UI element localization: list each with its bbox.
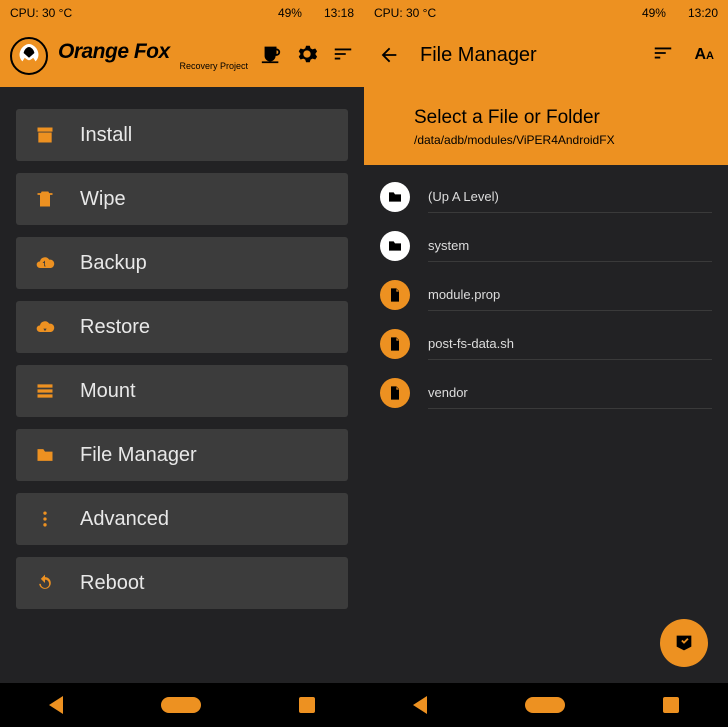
- file-name: (Up A Level): [428, 181, 712, 213]
- menu-item-reboot[interactable]: Reboot: [16, 557, 348, 609]
- cpu-temp: CPU: 30 °C: [10, 6, 72, 20]
- path-header: Select a File or Folder /data/adb/module…: [364, 85, 728, 165]
- folder-icon: [34, 444, 56, 466]
- file-list: (Up A Level) system module.prop post-fs-dat…: [364, 165, 728, 683]
- menu-label: Install: [80, 124, 132, 147]
- current-path: /data/adb/modules/ViPER4AndroidFX: [414, 133, 708, 147]
- menu-item-install[interactable]: Install: [16, 109, 348, 161]
- clock: 13:20: [688, 6, 718, 20]
- file-name: post-fs-data.sh: [428, 328, 712, 360]
- file-row[interactable]: (Up A Level): [364, 173, 728, 221]
- sort-icon[interactable]: [332, 43, 354, 70]
- nav-recent-button[interactable]: [663, 697, 679, 713]
- select-fab[interactable]: [660, 619, 708, 667]
- menu-label: Restore: [80, 316, 150, 339]
- cpu-temp: CPU: 30 °C: [374, 6, 436, 20]
- back-button[interactable]: [378, 44, 400, 66]
- file-icon: [380, 329, 410, 359]
- refresh-icon: [34, 572, 56, 594]
- file-row[interactable]: vendor: [364, 368, 728, 417]
- menu-label: Mount: [80, 380, 136, 403]
- trash-icon: [34, 188, 56, 210]
- file-manager-screen: CPU: 30 °C 49% 13:20 File Manager AA Sel…: [364, 0, 728, 727]
- menu-item-advanced[interactable]: Advanced: [16, 493, 348, 545]
- font-size-icon[interactable]: AA: [694, 46, 714, 64]
- file-row[interactable]: post-fs-data.sh: [364, 319, 728, 368]
- file-name: vendor: [428, 377, 712, 409]
- brand-subtitle: Recovery Project: [58, 61, 250, 71]
- more-vert-icon: [34, 508, 56, 530]
- sort-icon[interactable]: [652, 42, 674, 69]
- menu-label: Advanced: [80, 508, 169, 531]
- file-row[interactable]: module.prop: [364, 270, 728, 319]
- menu-item-wipe[interactable]: Wipe: [16, 173, 348, 225]
- battery-level: 49%: [642, 6, 666, 20]
- file-manager-header: File Manager AA: [364, 25, 728, 85]
- file-name: system: [428, 230, 712, 262]
- folder-icon: [380, 182, 410, 212]
- coffee-icon[interactable]: [260, 43, 282, 70]
- status-bar: CPU: 30 °C 49% 13:20: [364, 0, 728, 25]
- menu-item-backup[interactable]: Backup: [16, 237, 348, 289]
- cloud-down-icon: [34, 316, 56, 338]
- menu-label: File Manager: [80, 444, 197, 467]
- logo-icon: [10, 37, 48, 75]
- page-title: File Manager: [420, 44, 632, 67]
- storage-icon: [34, 380, 56, 402]
- nav-home-button[interactable]: [525, 697, 565, 713]
- file-icon: [380, 378, 410, 408]
- hint-text: Select a File or Folder: [414, 107, 708, 129]
- cloud-up-icon: [34, 252, 56, 274]
- menu-item-restore[interactable]: Restore: [16, 301, 348, 353]
- battery-level: 49%: [278, 6, 302, 20]
- menu-label: Reboot: [80, 572, 145, 595]
- file-icon: [380, 280, 410, 310]
- gear-icon[interactable]: [296, 43, 318, 70]
- menu-label: Backup: [80, 252, 147, 275]
- menu-label: Wipe: [80, 188, 126, 211]
- nav-bar: [0, 683, 364, 727]
- main-menu: Install Wipe Backup Restore Mount File Manage…: [0, 87, 364, 683]
- folder-icon: [380, 231, 410, 261]
- nav-bar: [364, 683, 728, 727]
- nav-back-button[interactable]: [49, 696, 63, 714]
- main-menu-screen: CPU: 30 °C 49% 13:18 Orange Fox Recovery…: [0, 0, 364, 727]
- app-header: Orange Fox Recovery Project: [0, 25, 364, 87]
- file-row[interactable]: system: [364, 221, 728, 270]
- brand-title: Orange Fox: [58, 41, 250, 62]
- menu-item-mount[interactable]: Mount: [16, 365, 348, 417]
- menu-item-file-manager[interactable]: File Manager: [16, 429, 348, 481]
- archive-icon: [34, 124, 56, 146]
- nav-recent-button[interactable]: [299, 697, 315, 713]
- status-bar: CPU: 30 °C 49% 13:18: [0, 0, 364, 25]
- nav-home-button[interactable]: [161, 697, 201, 713]
- file-name: module.prop: [428, 279, 712, 311]
- nav-back-button[interactable]: [413, 696, 427, 714]
- clock: 13:18: [324, 6, 354, 20]
